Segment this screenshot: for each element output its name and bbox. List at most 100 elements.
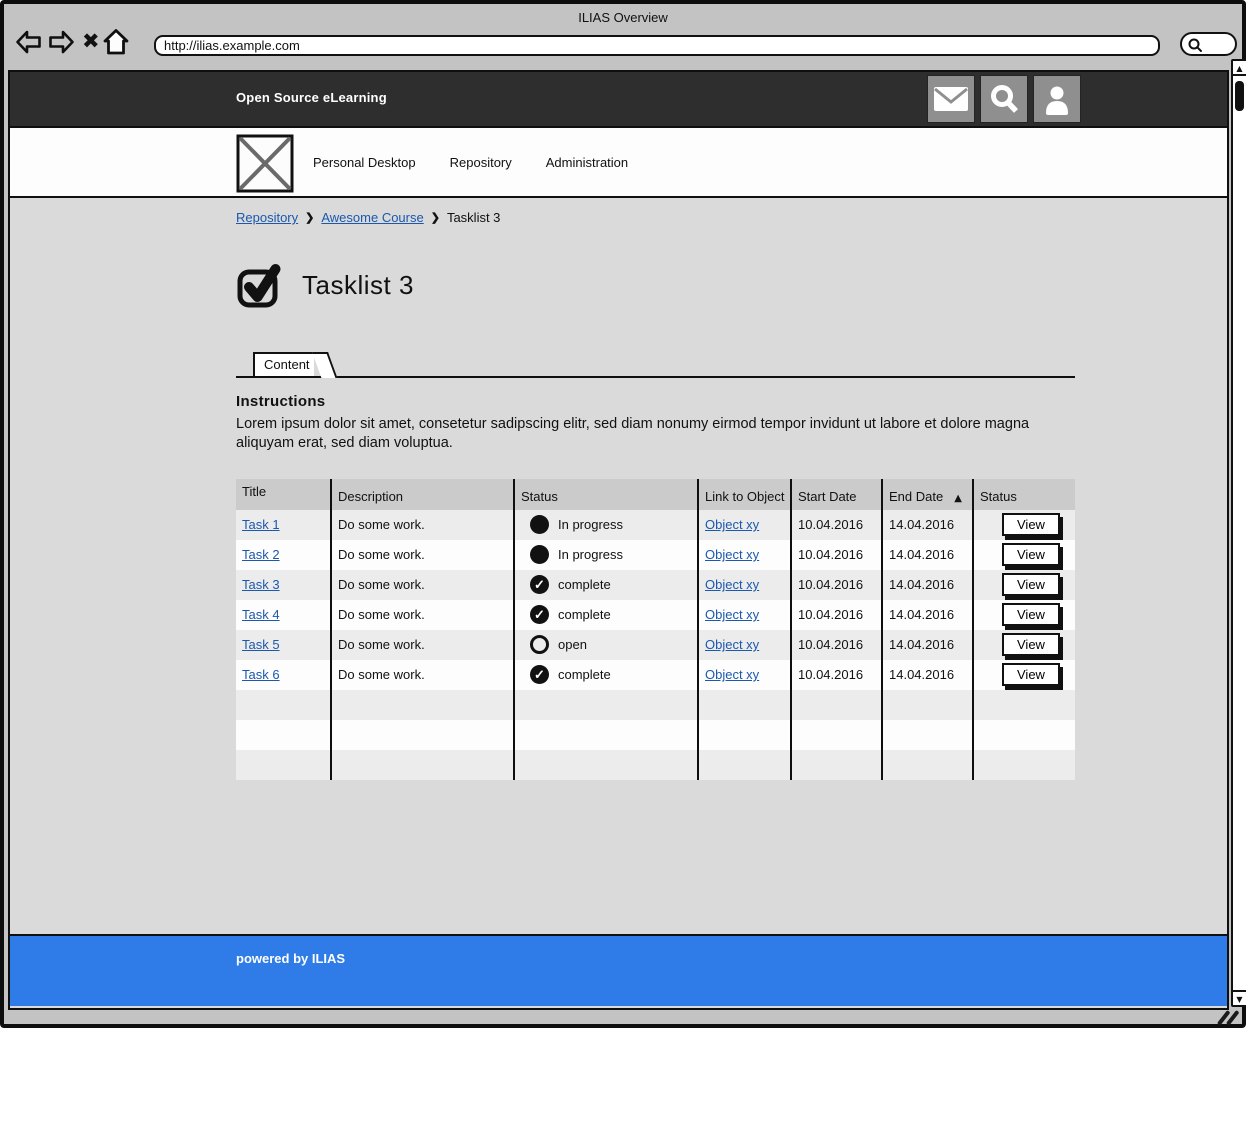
breadcrumb-separator-icon: ❯ bbox=[305, 211, 314, 224]
scroll-down-icon[interactable]: ▼ bbox=[1233, 990, 1246, 1005]
window-resize-handle[interactable] bbox=[1214, 1008, 1242, 1028]
column-header-end-date[interactable]: End Date▲ bbox=[882, 479, 973, 510]
nav-links: Personal Desktop Repository Administration bbox=[313, 128, 628, 196]
task-status-cell: ✓complete bbox=[514, 600, 698, 630]
user-button[interactable] bbox=[1033, 75, 1081, 123]
column-header-status[interactable]: Status bbox=[973, 479, 1075, 510]
object-link[interactable]: Object xy bbox=[705, 667, 759, 682]
footer-text: powered by ILIAS bbox=[236, 951, 345, 966]
stop-icon[interactable]: ✖ bbox=[82, 30, 100, 52]
task-object-cell: Object xy bbox=[698, 540, 791, 570]
nav-item-personal-desktop[interactable]: Personal Desktop bbox=[313, 155, 416, 170]
task-start-date-cell: 10.04.2016 bbox=[791, 540, 882, 570]
tab-label: Content bbox=[264, 357, 310, 372]
browser-search-box[interactable] bbox=[1180, 32, 1237, 56]
task-title-link[interactable]: Task 6 bbox=[242, 667, 280, 682]
screen: ILIAS Overview ✖ http://ilias.example.co… bbox=[0, 0, 1246, 1127]
task-object-cell: Object xy bbox=[698, 570, 791, 600]
task-status-cell: In progress bbox=[514, 540, 698, 570]
nav-item-repository[interactable]: Repository bbox=[450, 155, 512, 170]
view-button[interactable]: View bbox=[1002, 663, 1060, 686]
mail-button[interactable] bbox=[927, 75, 975, 123]
object-link[interactable]: Object xy bbox=[705, 637, 759, 652]
view-button[interactable]: View bbox=[1002, 633, 1060, 656]
breadcrumb-item-tasklist-3: Tasklist 3 bbox=[447, 210, 500, 225]
task-end-date-cell: 14.04.2016 bbox=[882, 510, 973, 540]
task-title-link[interactable]: Task 2 bbox=[242, 547, 280, 562]
sort-ascending-icon[interactable]: ▲ bbox=[954, 493, 968, 504]
task-title-link[interactable]: Task 5 bbox=[242, 637, 280, 652]
scrollbar-thumb[interactable] bbox=[1235, 81, 1244, 111]
object-link[interactable]: Object xy bbox=[705, 577, 759, 592]
task-table: TitleDescriptionStatusLink to ObjectStar… bbox=[236, 479, 1075, 780]
object-link[interactable]: Object xy bbox=[705, 517, 759, 532]
empty-cell bbox=[514, 750, 698, 780]
status-in-progress-icon bbox=[530, 515, 549, 534]
search-button[interactable] bbox=[980, 75, 1028, 123]
view-button[interactable]: View bbox=[1002, 543, 1060, 566]
task-object-cell: Object xy bbox=[698, 600, 791, 630]
table-header-row: TitleDescriptionStatusLink to ObjectStar… bbox=[236, 479, 1075, 510]
empty-cell bbox=[236, 750, 331, 780]
task-action-cell: View bbox=[973, 600, 1075, 630]
tasklist-checkbox-icon bbox=[236, 261, 286, 309]
app-footer: powered by ILIAS bbox=[10, 934, 1227, 1006]
vertical-scrollbar[interactable]: ▲ ▼ bbox=[1231, 59, 1246, 1007]
mail-icon bbox=[932, 84, 970, 114]
table-row: Task 4Do some work.✓completeObject xy10.… bbox=[236, 600, 1075, 630]
task-start-date-cell: 10.04.2016 bbox=[791, 660, 882, 690]
view-button[interactable]: View bbox=[1002, 513, 1060, 536]
search-icon bbox=[1185, 35, 1207, 55]
status-label: complete bbox=[558, 577, 611, 592]
logo-placeholder bbox=[236, 134, 294, 198]
scroll-up-icon[interactable]: ▲ bbox=[1233, 61, 1246, 76]
empty-cell bbox=[973, 720, 1075, 750]
task-description-cell: Do some work. bbox=[331, 570, 514, 600]
task-title-link[interactable]: Task 1 bbox=[242, 517, 280, 532]
nav-item-administration[interactable]: Administration bbox=[546, 155, 628, 170]
url-bar[interactable]: http://ilias.example.com bbox=[154, 35, 1160, 56]
empty-cell bbox=[882, 750, 973, 780]
task-end-date-cell: 14.04.2016 bbox=[882, 570, 973, 600]
empty-cell bbox=[882, 690, 973, 720]
column-header-description[interactable]: Description bbox=[331, 479, 514, 510]
header-buttons bbox=[927, 75, 1081, 123]
task-action-cell: View bbox=[973, 660, 1075, 690]
status-label: In progress bbox=[558, 517, 623, 532]
breadcrumb-item-awesome-course[interactable]: Awesome Course bbox=[321, 210, 423, 225]
page-body: Repository❯Awesome Course❯Tasklist 3 Tas… bbox=[10, 198, 1227, 934]
url-text: http://ilias.example.com bbox=[164, 38, 300, 53]
table-row: Task 5Do some work.openObject xy10.04.20… bbox=[236, 630, 1075, 660]
status-label: complete bbox=[558, 667, 611, 682]
column-header-status[interactable]: Status bbox=[514, 479, 698, 510]
task-start-date-cell: 10.04.2016 bbox=[791, 630, 882, 660]
column-header-start-date[interactable]: Start Date bbox=[791, 479, 882, 510]
object-link[interactable]: Object xy bbox=[705, 607, 759, 622]
browser-window: ILIAS Overview ✖ http://ilias.example.co… bbox=[0, 0, 1246, 1028]
tab-content[interactable]: Content bbox=[253, 352, 314, 376]
home-icon[interactable] bbox=[102, 28, 130, 61]
status-label: In progress bbox=[558, 547, 623, 562]
column-header-link-to-object[interactable]: Link to Object bbox=[698, 479, 791, 510]
app-viewport: Open Source eLearning bbox=[8, 70, 1229, 1010]
tabs-bar: Content bbox=[236, 353, 1075, 378]
task-description-cell: Do some work. bbox=[331, 540, 514, 570]
column-header-label: Link to Object bbox=[705, 489, 785, 504]
task-title-link[interactable]: Task 3 bbox=[242, 577, 280, 592]
empty-cell bbox=[698, 750, 791, 780]
column-header-title[interactable]: Title bbox=[236, 479, 331, 510]
status-label: open bbox=[558, 637, 587, 652]
empty-cell bbox=[791, 720, 882, 750]
view-button[interactable]: View bbox=[1002, 573, 1060, 596]
breadcrumb: Repository❯Awesome Course❯Tasklist 3 bbox=[236, 210, 1227, 225]
column-header-label: Title bbox=[242, 484, 266, 499]
back-icon[interactable] bbox=[15, 29, 42, 60]
task-start-date-cell: 10.04.2016 bbox=[791, 570, 882, 600]
view-button[interactable]: View bbox=[1002, 603, 1060, 626]
forward-icon[interactable] bbox=[48, 29, 75, 60]
user-icon bbox=[1038, 80, 1076, 118]
breadcrumb-item-repository[interactable]: Repository bbox=[236, 210, 298, 225]
task-title-link[interactable]: Task 4 bbox=[242, 607, 280, 622]
object-link[interactable]: Object xy bbox=[705, 547, 759, 562]
task-end-date-cell: 14.04.2016 bbox=[882, 540, 973, 570]
